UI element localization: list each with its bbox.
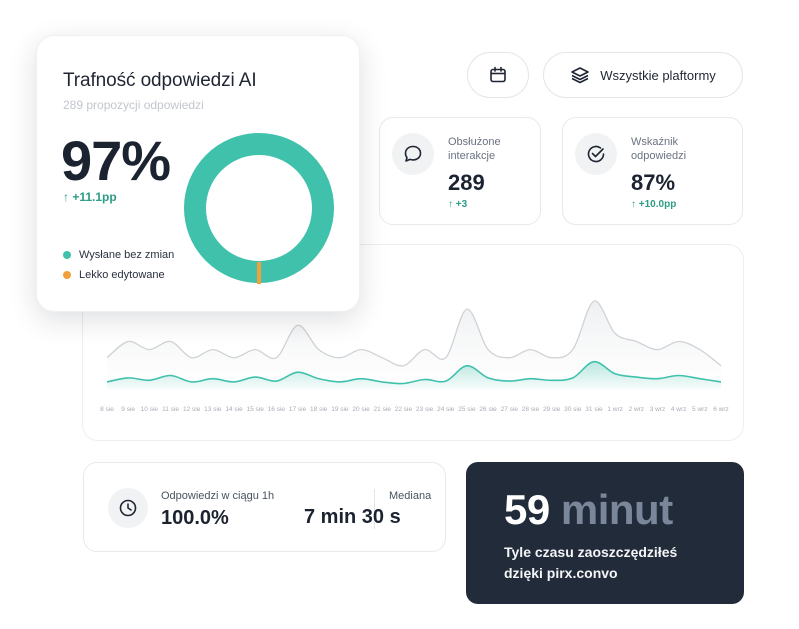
icon-circle xyxy=(392,133,434,175)
ratio-delta-value: +10.0pp xyxy=(638,199,677,210)
x-tick-label: 21 sie xyxy=(374,406,392,413)
time-saved-headline: 59 minut xyxy=(504,486,673,534)
x-tick-label: 20 sie xyxy=(352,406,370,413)
chat-bubble-icon xyxy=(404,145,422,162)
x-tick-label: 3 wrz xyxy=(650,406,666,413)
within-hour-label: Odpowiedzi w ciągu 1h xyxy=(161,490,275,502)
x-tick-label: 14 sie xyxy=(225,406,243,413)
x-tick-label: 12 sie xyxy=(183,406,201,413)
x-tick-label: 9 sie xyxy=(121,406,135,413)
x-tick-label: 31 sie xyxy=(585,406,603,413)
x-tick-label: 22 sie xyxy=(395,406,413,413)
ratio-delta: ↑ +10.0pp xyxy=(631,199,676,210)
clock-icon xyxy=(119,499,137,517)
arrow-up-icon: ↑ xyxy=(63,190,69,204)
x-tick-label: 8 sie xyxy=(100,406,114,413)
x-tick-label: 28 sie xyxy=(522,406,540,413)
x-tick-label: 5 wrz xyxy=(692,406,708,413)
legend-label: Lekko edytowane xyxy=(79,269,165,281)
accuracy-donut-chart xyxy=(184,133,334,284)
interactions-stat-card: Obsłużone interakcje 289 ↑ +3 xyxy=(379,117,541,225)
accuracy-value: 97% xyxy=(61,129,171,192)
interactions-value: 289 xyxy=(448,170,485,195)
legend-item-sent: Wysłane bez zmian xyxy=(63,249,174,261)
arrow-up-icon: ↑ xyxy=(631,199,636,210)
x-tick-label: 10 sie xyxy=(141,406,159,413)
x-tick-label: 1 wrz xyxy=(607,406,623,413)
accuracy-delta-value: +11.1pp xyxy=(72,190,117,204)
interactions-delta-value: +3 xyxy=(455,199,468,210)
donut-segment-sent xyxy=(184,133,334,283)
response-ratio-stat-card: Wskaźnik odpowiedzi 87% ↑ +10.0pp xyxy=(562,117,743,225)
median-value: 7 min 30 s xyxy=(304,506,401,528)
time-saved-number: 59 xyxy=(504,486,550,533)
x-tick-label: 24 sie xyxy=(437,406,455,413)
icon-circle xyxy=(108,488,148,528)
time-saved-card: 59 minut Tyle czasu zaoszczędziłeś dzięk… xyxy=(466,462,744,604)
caption-line-1: Tyle czasu zaoszczędziłeś xyxy=(504,544,678,560)
legend-label: Wysłane bez zmian xyxy=(79,249,175,261)
time-saved-caption: Tyle czasu zaoszczędziłeś dzięki pirx.co… xyxy=(504,542,677,584)
x-tick-label: 30 sie xyxy=(564,406,582,413)
legend-dot-orange xyxy=(63,271,71,279)
arrow-up-icon: ↑ xyxy=(448,199,453,210)
x-tick-label: 18 sie xyxy=(310,406,328,413)
x-tick-label: 19 sie xyxy=(331,406,349,413)
x-tick-label: 26 sie xyxy=(479,406,497,413)
accuracy-title: Trafność odpowiedzi AI xyxy=(63,70,257,91)
x-tick-label: 16 sie xyxy=(268,406,286,413)
ai-accuracy-card: Trafność odpowiedzi AI 289 propozycji od… xyxy=(36,35,360,312)
platforms-label: Wszystkie plaftormy xyxy=(600,67,716,83)
date-range-button[interactable] xyxy=(467,52,529,98)
layers-icon xyxy=(571,67,590,84)
check-circle-icon xyxy=(587,145,605,163)
x-tick-label: 2 wrz xyxy=(629,406,645,413)
x-tick-label: 27 sie xyxy=(501,406,519,413)
ratio-value: 87% xyxy=(631,170,676,195)
within-hour-value: 100.0% xyxy=(161,507,229,529)
time-saved-unit: minut xyxy=(560,486,673,533)
x-tick-label: 29 sie xyxy=(543,406,561,413)
x-tick-label: 15 sie xyxy=(247,406,265,413)
donut-segment-edited xyxy=(257,262,261,284)
x-tick-label: 25 sie xyxy=(458,406,476,413)
legend-item-edited: Lekko edytowane xyxy=(63,269,165,281)
median-label: Mediana xyxy=(389,490,432,502)
accuracy-subtitle: 289 propozycji odpowiedzi xyxy=(63,98,204,112)
caption-line-2: dzięki pirx.convo xyxy=(504,565,618,581)
x-tick-label: 13 sie xyxy=(204,406,222,413)
x-tick-label: 17 sie xyxy=(289,406,307,413)
interactions-label: Obsłużone interakcje xyxy=(448,136,501,162)
icon-circle xyxy=(575,133,617,175)
x-tick-label: 4 wrz xyxy=(671,406,687,413)
ratio-label: Wskaźnik odpowiedzi xyxy=(631,136,687,162)
x-tick-label: 11 sie xyxy=(162,406,179,413)
accuracy-delta: ↑ +11.1pp xyxy=(63,190,117,204)
platforms-filter-button[interactable]: Wszystkie plaftormy xyxy=(543,52,743,98)
interactions-delta: ↑ +3 xyxy=(448,199,467,210)
legend-dot-teal xyxy=(63,251,71,259)
calendar-icon xyxy=(490,66,506,83)
x-tick-label: 23 sie xyxy=(416,406,434,413)
x-tick-label: 6 wrz xyxy=(713,406,729,413)
